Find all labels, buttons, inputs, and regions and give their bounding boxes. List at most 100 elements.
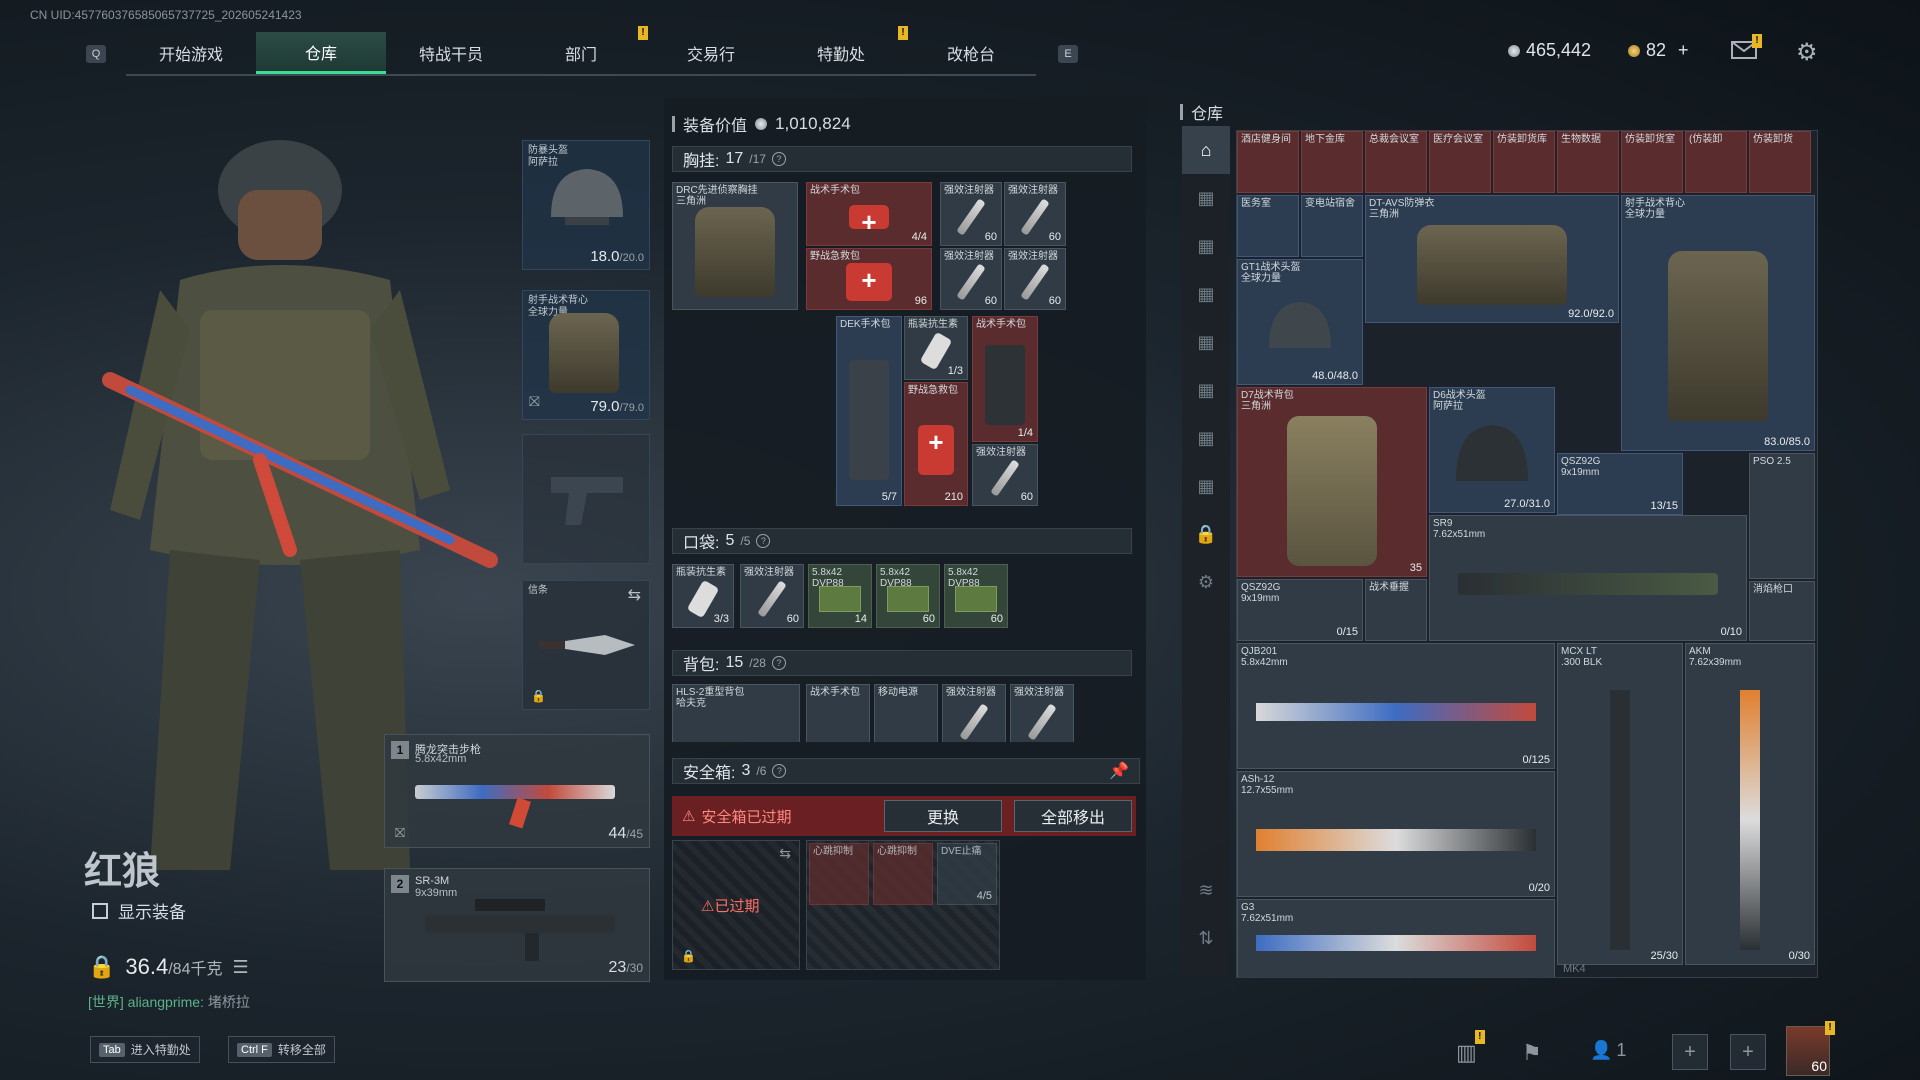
key-card-item[interactable]: (仿装卸 bbox=[1685, 131, 1747, 193]
world-chat[interactable]: [世界] aliangprime: 堵桥拉 bbox=[88, 992, 250, 1012]
checkbox[interactable] bbox=[92, 902, 108, 919]
helmet-slot[interactable]: 防暴头盔 阿萨拉 18.0/20.0 bbox=[522, 140, 650, 270]
player-avatar[interactable]: ! 60 bbox=[1786, 1021, 1835, 1076]
grip-item[interactable]: 战术垂握 bbox=[1365, 579, 1427, 641]
inventory-item[interactable]: 心跳抑制 bbox=[873, 843, 933, 905]
rifle-item[interactable]: MCX LT .300 BLK 25/30 bbox=[1557, 643, 1683, 965]
help-icon[interactable]: ? bbox=[771, 656, 786, 670]
tab-gunsmith[interactable]: 改枪台 bbox=[906, 32, 1036, 74]
inventory-item[interactable]: 瓶装抗生素 1/3 bbox=[904, 316, 968, 380]
help-icon[interactable]: ? bbox=[772, 764, 787, 778]
tab-trading[interactable]: 交易行 bbox=[646, 32, 776, 74]
inventory-item[interactable]: 心跳抑制 bbox=[809, 843, 869, 905]
secondary-weapon-slot[interactable]: 2 SR-3M 9x39mm 23/30 bbox=[384, 868, 650, 982]
tab-operators[interactable]: 特战干员 bbox=[386, 32, 516, 74]
primary-weapon-slot[interactable]: 1 腾龙突击步枪 5.8x42mm ⛝ 44/45 bbox=[384, 734, 650, 848]
warehouse-tab-icon[interactable]: ▦ bbox=[1182, 174, 1230, 222]
pin-icon[interactable]: 📌 bbox=[1109, 761, 1129, 781]
help-icon[interactable]: ? bbox=[771, 152, 786, 166]
key-card-item[interactable]: 酒店健身间 bbox=[1237, 131, 1299, 193]
swap-icon[interactable]: ⇆ bbox=[628, 585, 641, 605]
add-teammate-button[interactable]: + bbox=[1730, 1034, 1766, 1070]
tab-department[interactable]: 部门! bbox=[516, 26, 648, 74]
inventory-item[interactable]: 强效注射器 60 bbox=[1004, 182, 1066, 246]
inventory-item[interactable]: 野战急救包 210 bbox=[904, 382, 968, 506]
tab-special-ops[interactable]: 特勤处! bbox=[776, 26, 908, 74]
settings-gear-icon[interactable]: ⚙ bbox=[1182, 558, 1230, 606]
rifle-item[interactable]: G3 7.62x51mm bbox=[1237, 899, 1555, 977]
key-card-item[interactable]: 变电站宿舍 bbox=[1301, 195, 1363, 257]
inventory-item[interactable]: 强效注射器 60 bbox=[1004, 248, 1066, 310]
inventory-item[interactable]: 强效注射器 60 bbox=[940, 248, 1002, 310]
warehouse-tab-icon[interactable]: ▦ bbox=[1182, 414, 1230, 462]
add-currency-button[interactable]: + bbox=[1678, 40, 1689, 61]
pistol-item[interactable]: QSZ92G 9x19mm 0/15 bbox=[1237, 579, 1363, 641]
safebox-container[interactable]: ⚠已过期 ⇆ 🔒 bbox=[672, 840, 800, 970]
key-card-item[interactable]: 仿装卸货 bbox=[1749, 131, 1811, 193]
tab-warehouse[interactable]: 仓库 bbox=[256, 32, 386, 74]
inventory-item[interactable]: DEK手术包 5/7 bbox=[836, 316, 902, 506]
inventory-item[interactable]: 战术手术包 bbox=[806, 684, 870, 742]
tab-start-game[interactable]: 开始游戏 bbox=[126, 32, 256, 74]
replace-safebox-button[interactable]: 更换 bbox=[884, 800, 1002, 832]
warehouse-tab-icon[interactable]: ▦ bbox=[1182, 366, 1230, 414]
inventory-item[interactable]: 瓶装抗生素 3/3 bbox=[672, 564, 734, 628]
key-card-item[interactable]: 仿装卸货室 bbox=[1621, 131, 1683, 193]
inventory-item[interactable]: 野战急救包 96 bbox=[806, 248, 932, 310]
add-teammate-button[interactable]: + bbox=[1672, 1034, 1708, 1070]
inventory-item[interactable]: 强效注射器 60 bbox=[740, 564, 804, 628]
warehouse-tab-icon[interactable]: ▦ bbox=[1182, 462, 1230, 510]
warehouse-all-icon[interactable]: ⌂ bbox=[1182, 126, 1230, 174]
key-card-item[interactable]: 总裁会议室 bbox=[1365, 131, 1427, 193]
sort-icon[interactable]: ⇅ bbox=[1182, 914, 1230, 962]
settings-gear-icon[interactable]: ⚙ bbox=[1796, 38, 1818, 67]
inventory-item[interactable]: 强效注射器 60 bbox=[972, 444, 1038, 506]
warehouse-tab-icon[interactable]: ▦ bbox=[1182, 270, 1230, 318]
key-card-item[interactable]: 地下金库 bbox=[1301, 131, 1363, 193]
pistol-item[interactable]: QSZ92G 9x19mm 13/15 bbox=[1557, 453, 1683, 515]
inventory-item[interactable]: DVE止痛 4/5 bbox=[937, 843, 997, 905]
inventory-item[interactable]: 强效注射器 bbox=[942, 684, 1006, 742]
inventory-item[interactable]: 战术手术包 4/4 bbox=[806, 182, 932, 246]
backpack-item[interactable]: D7战术背包 三角洲 35 bbox=[1237, 387, 1427, 577]
stats-icon[interactable]: ▥! bbox=[1456, 1030, 1485, 1066]
mail-icon[interactable]: ! bbox=[1730, 34, 1762, 60]
muzzle-item[interactable]: 消焰枪口 bbox=[1749, 581, 1815, 641]
lock-icon[interactable]: 🔒 bbox=[1182, 510, 1230, 558]
scope-item[interactable]: PSO 2.5 bbox=[1749, 453, 1815, 579]
key-card-item[interactable]: 生物数据 bbox=[1557, 131, 1619, 193]
inventory-item[interactable]: 5.8x42 DVP88 60 bbox=[944, 564, 1008, 628]
list-icon[interactable]: ☰ bbox=[232, 957, 248, 978]
move-all-button[interactable]: 全部移出 bbox=[1014, 800, 1132, 832]
armor-slot[interactable]: 射手战术背心 全球力量 ⛝ 79.0/79.0 bbox=[522, 290, 650, 420]
rifle-item[interactable]: ASh-12 12.7x55mm 0/20 bbox=[1237, 771, 1555, 897]
inventory-item[interactable]: 强效注射器 bbox=[1010, 684, 1074, 742]
next-tab-key[interactable]: E bbox=[1058, 45, 1078, 63]
flag-icon[interactable]: ⚑ bbox=[1522, 1040, 1542, 1066]
armor-item[interactable]: DT-AVS防弹衣 三角洲 92.0/92.0 bbox=[1365, 195, 1619, 323]
transfer-all-hint[interactable]: Ctrl F 转移全部 bbox=[228, 1036, 335, 1063]
prev-tab-key[interactable]: Q bbox=[86, 45, 106, 63]
inventory-item[interactable]: 5.8x42 DVP88 60 bbox=[876, 564, 940, 628]
key-card-item[interactable]: 仿装卸货库 bbox=[1493, 131, 1555, 193]
key-card-item[interactable]: 医疗会议室 bbox=[1429, 131, 1491, 193]
key-card-item[interactable]: 医务室 bbox=[1237, 195, 1299, 257]
layers-icon[interactable]: ≋ bbox=[1182, 866, 1230, 914]
chest-rig-item[interactable]: DRC先进侦察胸挂 三角洲 bbox=[672, 182, 798, 310]
helmet-item[interactable]: D6战术头盔 阿萨拉 27.0/31.0 bbox=[1429, 387, 1555, 513]
rifle-item[interactable]: AKM 7.62x39mm 0/30 bbox=[1685, 643, 1815, 965]
helmet-item[interactable]: GT1战术头盔 全球力量 48.0/48.0 bbox=[1237, 259, 1363, 385]
melee-slot[interactable]: 信条 ⇆ 🔒 bbox=[522, 580, 650, 710]
inventory-item[interactable]: 强效注射器 60 bbox=[940, 182, 1002, 246]
warehouse-tab-icon[interactable]: ▦ bbox=[1182, 318, 1230, 366]
help-icon[interactable]: ? bbox=[756, 534, 771, 548]
inventory-item[interactable]: 战术手术包 1/4 bbox=[972, 316, 1038, 442]
show-gear-toggle[interactable]: 显示装备 bbox=[92, 898, 186, 923]
pistol-slot[interactable] bbox=[522, 434, 650, 564]
rifle-item[interactable]: SR9 7.62x51mm 0/10 bbox=[1429, 515, 1747, 641]
warehouse-tab-icon[interactable]: ▦ bbox=[1182, 222, 1230, 270]
inventory-item[interactable]: 5.8x42 DVP88 14 bbox=[808, 564, 872, 628]
vest-item[interactable]: 射手战术背心 全球力量 83.0/85.0 bbox=[1621, 195, 1815, 451]
special-ops-hint[interactable]: Tab 进入特勤处 bbox=[90, 1036, 200, 1063]
lmg-item[interactable]: QJB201 5.8x42mm 0/125 bbox=[1237, 643, 1555, 769]
